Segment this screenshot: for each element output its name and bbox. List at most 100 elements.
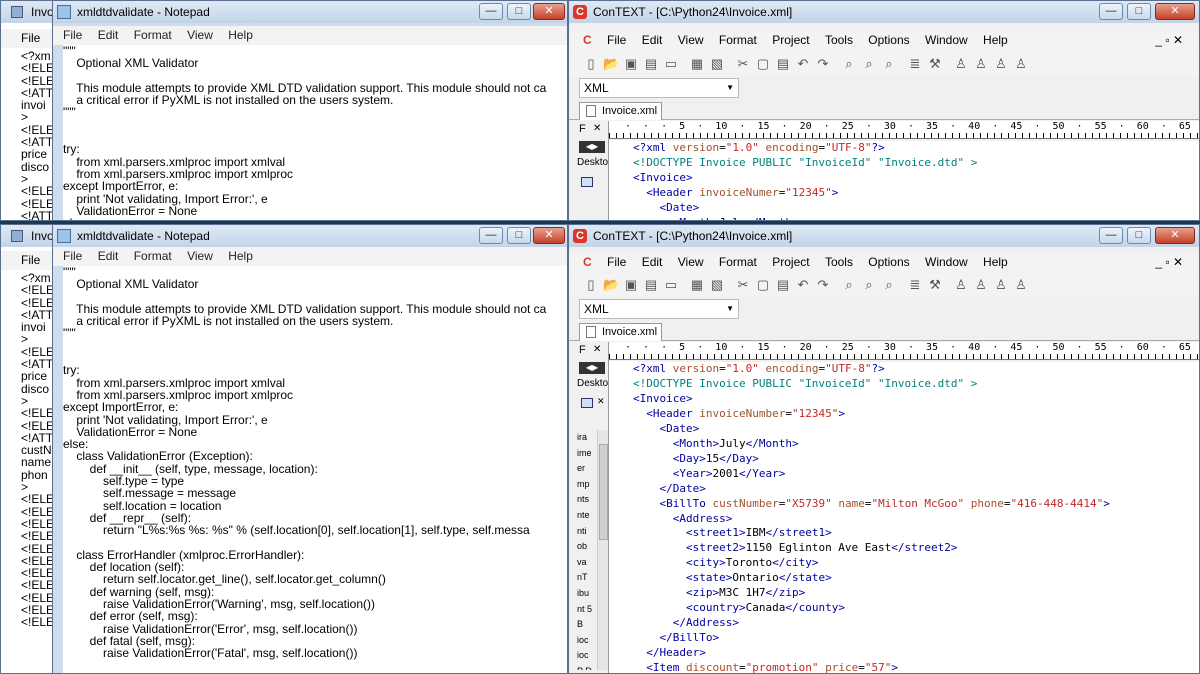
notepad-window[interactable]: xmldtdvalidate - Notepad — □ ✕ File Edit… — [52, 224, 568, 674]
xml-editor[interactable]: <?xml version="1.0" encoding="UTF-8"?> <!… — [633, 141, 1199, 220]
close-icon[interactable]: ✕ — [597, 396, 605, 407]
close-icon[interactable]: ✕ — [593, 123, 601, 134]
menu-edit[interactable]: Edit — [636, 31, 669, 50]
menu-view[interactable]: View — [181, 26, 219, 45]
user-tool-1-icon[interactable]: ♙ — [953, 56, 969, 72]
open-folder-icon[interactable]: ▭ — [663, 277, 679, 293]
highlighter-select[interactable]: XML ▼ — [579, 78, 739, 98]
menu-tools[interactable]: Tools — [819, 253, 859, 272]
minimize-button[interactable]: — — [479, 3, 503, 20]
open-icon[interactable]: 📂 — [603, 56, 619, 72]
word-wrap-icon[interactable]: ≣ — [907, 277, 923, 293]
close-button[interactable]: ✕ — [533, 227, 565, 244]
menu-window[interactable]: Window — [919, 253, 974, 272]
menu-window[interactable]: Window — [919, 31, 974, 50]
context-window[interactable]: C ConTEXT - [C:\Python24\Invoice.xml] — … — [568, 0, 1200, 221]
menu-file[interactable]: File — [53, 247, 88, 266]
notepad-window[interactable]: xmldtdvalidate - Notepad — □ ✕ File Edit… — [52, 0, 568, 221]
user-tool-4-icon[interactable]: ♙ — [1013, 56, 1029, 72]
background-window[interactable]: Invo File <?xm <!ELE <!ELE <!ATT invoi > <!ELE… — [0, 0, 60, 221]
menu-project[interactable]: Project — [766, 253, 815, 272]
menu-format[interactable]: Format — [128, 26, 178, 45]
replace-icon[interactable]: ⌕ — [881, 277, 897, 293]
user-tool-2-icon[interactable]: ♙ — [973, 56, 989, 72]
menu-file[interactable]: File — [601, 31, 632, 50]
undo-icon[interactable]: ↶ — [795, 277, 811, 293]
print-preview-icon[interactable]: ▧ — [709, 277, 725, 293]
chevron-down-icon[interactable]: ▼ — [726, 300, 734, 318]
word-wrap-icon[interactable]: ≣ — [907, 56, 923, 72]
redo-icon[interactable]: ↷ — [815, 56, 831, 72]
save-all-icon[interactable]: ▤ — [643, 56, 659, 72]
mdi-controls[interactable]: _ ▫ ✕ — [1149, 253, 1189, 272]
mdi-controls[interactable]: _ ▫ ✕ — [1149, 31, 1189, 50]
print-icon[interactable]: ▦ — [689, 56, 705, 72]
context-titlebar[interactable]: C ConTEXT - [C:\Python24\Invoice.xml] — … — [569, 225, 1199, 247]
context-titlebar[interactable]: C ConTEXT - [C:\Python24\Invoice.xml] — … — [569, 1, 1199, 23]
paste-icon[interactable]: ▤ — [775, 277, 791, 293]
redo-icon[interactable]: ↷ — [815, 277, 831, 293]
maximize-button[interactable]: □ — [507, 227, 531, 244]
menu-format[interactable]: Format — [128, 247, 178, 266]
menu-file[interactable]: File — [53, 26, 88, 45]
new-file-icon[interactable]: ▯ — [583, 277, 599, 293]
maximize-button[interactable]: □ — [1127, 3, 1151, 20]
print-preview-icon[interactable]: ▧ — [709, 56, 725, 72]
menu-edit[interactable]: Edit — [636, 253, 669, 272]
save-icon[interactable]: ▣ — [623, 56, 639, 72]
notepad-text-area[interactable]: """ Optional XML Validator This module a… — [63, 45, 567, 220]
find-icon[interactable]: ⌕ — [841, 56, 857, 72]
notepad-text-area[interactable]: """ Optional XML Validator This module a… — [63, 266, 567, 673]
xml-editor[interactable]: <?xml version="1.0" encoding="UTF-8"?> <!… — [633, 362, 1199, 673]
menu-view[interactable]: View — [672, 253, 710, 272]
copy-icon[interactable]: ▢ — [755, 277, 771, 293]
menu-help[interactable]: Help — [222, 26, 259, 45]
close-button[interactable]: ✕ — [1155, 227, 1195, 244]
menu-options[interactable]: Options — [862, 253, 915, 272]
file-tree-list[interactable]: ira ime er mp nts nte nti ob va nT ibu nt 5 Bioc ioc P… — [577, 430, 597, 670]
maximize-button[interactable]: □ — [507, 3, 531, 20]
minimize-button[interactable]: — — [1099, 3, 1123, 20]
user-tool-3-icon[interactable]: ♙ — [993, 277, 1009, 293]
menu-project[interactable]: Project — [766, 31, 815, 50]
menu-help[interactable]: Help — [222, 247, 259, 266]
menu-view[interactable]: View — [181, 247, 219, 266]
user-tool-1-icon[interactable]: ♙ — [953, 277, 969, 293]
tools-icon[interactable]: ⚒ — [927, 56, 943, 72]
maximize-button[interactable]: □ — [1127, 227, 1151, 244]
user-tool-4-icon[interactable]: ♙ — [1013, 277, 1029, 293]
tab-invoice-xml[interactable]: Invoice.xml — [579, 102, 663, 120]
close-button[interactable]: ✕ — [533, 3, 565, 20]
menu-file[interactable]: File — [601, 253, 632, 272]
cut-icon[interactable]: ✂ — [735, 56, 751, 72]
scrollbar-thumb[interactable] — [599, 444, 608, 540]
background-window-titlebar[interactable]: Invo — [1, 1, 59, 23]
save-all-icon[interactable]: ▤ — [643, 277, 659, 293]
undo-icon[interactable]: ↶ — [795, 56, 811, 72]
menu-edit[interactable]: Edit — [92, 247, 125, 266]
save-icon[interactable]: ▣ — [623, 277, 639, 293]
find-icon[interactable]: ⌕ — [841, 277, 857, 293]
nav-arrows-icon[interactable]: ◀▶ — [579, 362, 605, 374]
close-button[interactable]: ✕ — [1155, 3, 1195, 20]
user-tool-2-icon[interactable]: ♙ — [973, 277, 989, 293]
replace-icon[interactable]: ⌕ — [881, 56, 897, 72]
menu-help[interactable]: Help — [977, 31, 1014, 50]
menu-view[interactable]: View — [672, 31, 710, 50]
tab-invoice-xml[interactable]: Invoice.xml — [579, 323, 663, 341]
menu-options[interactable]: Options — [862, 31, 915, 50]
cut-icon[interactable]: ✂ — [735, 277, 751, 293]
folder-icon[interactable] — [581, 177, 593, 187]
minimize-button[interactable]: — — [1099, 227, 1123, 244]
folder-icon[interactable] — [581, 398, 593, 408]
minimize-button[interactable]: — — [479, 227, 503, 244]
background-menu-file[interactable]: File — [1, 251, 46, 270]
vertical-scrollbar[interactable] — [597, 430, 608, 670]
open-icon[interactable]: 📂 — [603, 277, 619, 293]
paste-icon[interactable]: ▤ — [775, 56, 791, 72]
background-menu-file[interactable]: File — [1, 29, 46, 48]
tools-icon[interactable]: ⚒ — [927, 277, 943, 293]
find-next-icon[interactable]: ⌕ — [861, 277, 877, 293]
highlighter-select[interactable]: XML ▼ — [579, 299, 739, 319]
background-window[interactable]: Invo File <?xm <!ELE <!ELE <!ATT invoi > <!ELE… — [0, 224, 60, 674]
